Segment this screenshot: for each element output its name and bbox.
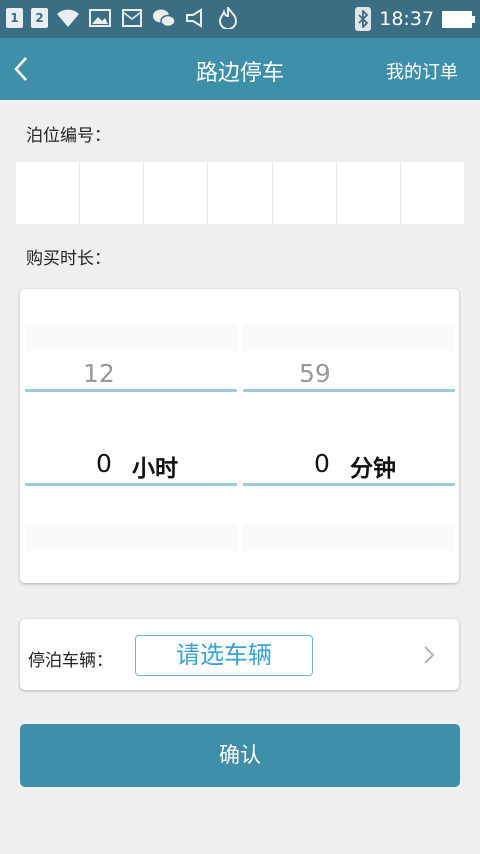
duration-picker: 12 0 小时 59 0 分钟 — [20, 289, 459, 583]
title-bar: 路边停车 我的订单 — [0, 38, 480, 100]
bluetooth-icon — [355, 7, 372, 31]
duration-label: 购买时长： — [26, 249, 111, 269]
battery-icon — [442, 10, 475, 28]
hours-value[interactable]: 0 — [96, 449, 112, 478]
wheel-fade-top — [243, 325, 455, 351]
hours-wheel[interactable]: 12 0 小时 — [25, 325, 237, 551]
hours-prev-value[interactable]: 12 — [83, 359, 115, 388]
wechat-icon — [152, 6, 176, 30]
berth-digit-cell[interactable] — [273, 162, 337, 224]
minutes-value[interactable]: 0 — [314, 449, 330, 478]
wheel-divider — [243, 389, 455, 392]
wheel-divider — [25, 483, 237, 486]
wheel-divider — [25, 389, 237, 392]
fire-icon — [216, 6, 240, 30]
minutes-prev-value[interactable]: 59 — [299, 359, 331, 388]
vehicle-label: 停泊车辆： — [28, 651, 113, 671]
chevron-right-icon[interactable] — [421, 643, 437, 667]
berth-digit-cell[interactable] — [80, 162, 145, 224]
vehicle-row[interactable]: 停泊车辆： 请选车辆 — [20, 619, 459, 690]
status-bar: 1 2 18:37 — [0, 0, 480, 38]
confirm-button[interactable]: 确认 — [20, 724, 460, 787]
berth-digit-cell[interactable] — [16, 162, 81, 224]
berth-number-input[interactable] — [16, 162, 464, 224]
minutes-unit: 分钟 — [350, 456, 396, 482]
wheel-divider — [243, 483, 455, 486]
volume-icon — [184, 6, 208, 30]
berth-number-label: 泊位编号： — [26, 126, 111, 146]
sim1-icon: 1 — [6, 8, 23, 28]
wheel-fade-bottom — [25, 525, 237, 551]
sim2-icon: 2 — [31, 8, 48, 28]
mail-icon — [120, 6, 144, 30]
berth-digit-cell[interactable] — [401, 162, 464, 224]
berth-digit-cell[interactable] — [337, 162, 401, 224]
minutes-wheel[interactable]: 59 0 分钟 — [243, 325, 455, 551]
hours-unit: 小时 — [132, 456, 178, 482]
my-orders-link[interactable]: 我的订单 — [386, 58, 458, 84]
wheel-fade-bottom — [243, 525, 455, 551]
wheel-fade-top — [25, 325, 237, 351]
wifi-icon — [56, 6, 80, 30]
berth-digit-cell[interactable] — [144, 162, 209, 224]
berth-digit-cell[interactable] — [208, 162, 273, 224]
gallery-icon — [88, 6, 112, 30]
select-vehicle-button[interactable]: 请选车辆 — [135, 635, 313, 676]
clock: 18:37 — [379, 8, 434, 30]
